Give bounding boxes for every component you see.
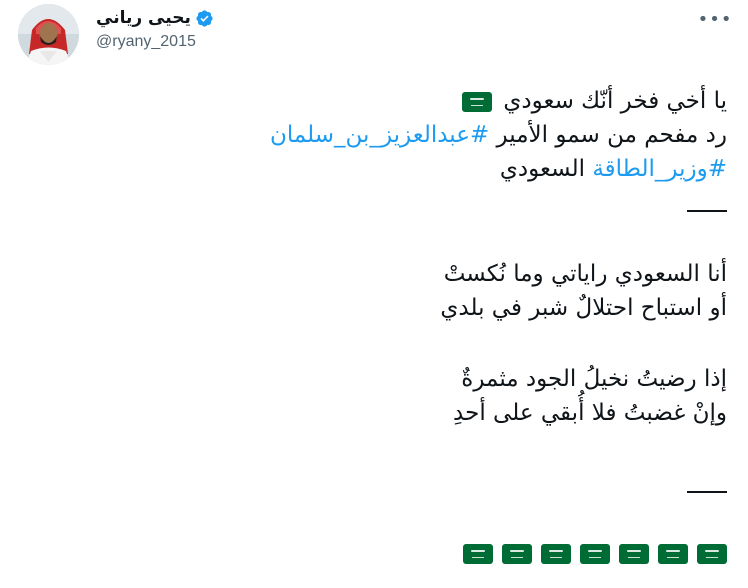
saudi-flag-icon [463,544,493,564]
saudi-flag-icon [462,91,493,112]
tweet: ••• يحيى رياني @ryany_2015 يا أخي فخر أن… [0,0,748,588]
hashtag-link[interactable]: #وزير_الطاقة [592,156,727,182]
poem-line-4: وإنْ غضبتُ فلا أُبقي على أحدِ [453,400,727,426]
verified-badge-icon [196,9,213,27]
poem-line-3: إذا رضيتُ نخيلُ الجود مثمرةٌ [461,366,727,392]
saudi-flag-icon [697,544,727,564]
poem-line-1: أنا السعودي راياتي وما نُكستْ [443,261,727,287]
more-horizontal-icon: ••• [697,8,733,30]
hashtag-link[interactable]: #عبدالعزيز_بن_سلمان [270,122,489,148]
avatar-image [18,4,79,65]
author-names: يحيى رياني @ryany_2015 [96,6,214,51]
author-handle[interactable]: @ryany_2015 [96,33,214,51]
saudi-flag-icon [580,544,610,564]
saudi-flag-icon [619,544,649,564]
tweet-text: يا أخي فخر أنّك سعودي رد مفحم من سمو الأ… [27,84,727,501]
tweet-line-3: #وزير_الطاقة السعودي [499,156,727,182]
avatar[interactable] [18,4,79,65]
saudi-flag-icon [541,544,571,564]
display-name-row: يحيى رياني [96,6,214,30]
dash-divider [27,467,727,501]
saudi-flag-icon [502,544,532,564]
dash-divider [27,186,727,220]
saudi-flag-icon [658,544,688,564]
tweet-line-2: رد مفحم من سمو الأمير #عبدالعزيز_بن_سلما… [269,122,727,148]
tweet-line-1: يا أخي فخر أنّك سعودي [27,84,727,118]
poem-line-2: أو استباح احتلالٌ شبر في بلدي [440,295,727,321]
author-display-name[interactable]: يحيى رياني [96,8,191,28]
flags-row [463,544,727,564]
more-options-button[interactable]: ••• [697,4,733,34]
